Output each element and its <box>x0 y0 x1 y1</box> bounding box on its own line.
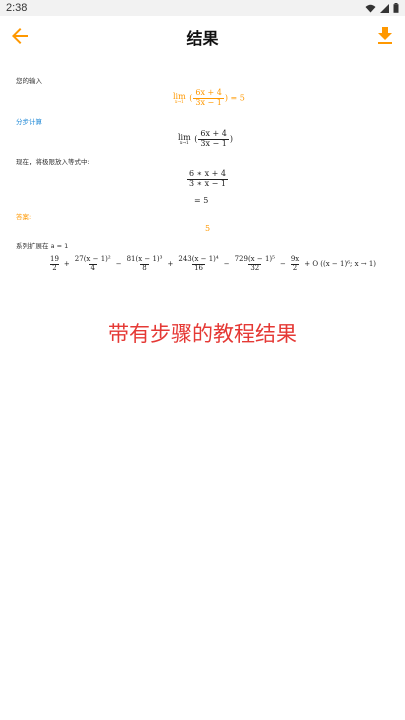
series-operator: − <box>223 260 230 269</box>
input-label: 您的输入 <box>16 77 42 85</box>
page-title: 结果 <box>186 29 219 48</box>
series-term: 729(x − 1)⁵ 32 <box>234 255 275 272</box>
input-fraction: 6x + 4 3x − 1 <box>193 88 224 107</box>
input-expression: lim x→1 (6x + 4 3x − 1) = 5 <box>173 88 245 107</box>
system-icons <box>365 2 399 14</box>
limit-symbol: lim x→1 <box>178 132 191 146</box>
series-term: 243(x − 1)⁴ 16 <box>178 255 219 272</box>
series-term: 27(x − 1)² 4 <box>74 255 111 272</box>
series-expansion: 19 2 +27(x − 1)² 4−81(x − 1)³ 8 +243(x − 1)⁴ 1… <box>47 255 378 272</box>
substituted-result: = 5 <box>194 196 209 205</box>
series-operator: + <box>63 260 70 269</box>
series-operator: + O ((x − 1)⁶; x → 1) <box>304 260 377 269</box>
series-operator: − <box>279 260 286 269</box>
step-fraction: 6x + 4 3x − 1 <box>198 129 229 148</box>
series-term: 9x 2 <box>290 255 300 272</box>
series-label: 系列扩展在 a = 1 <box>16 242 69 250</box>
answer-value: 5 <box>205 224 211 233</box>
limit-symbol: lim x→1 <box>173 91 186 105</box>
answer-label: 答案: <box>16 213 32 221</box>
substituted-fraction: 6 ∗ x + 43 ∗ x − 1 <box>187 169 229 188</box>
status-time: 2:38 <box>6 2 28 14</box>
download-icon[interactable] <box>373 24 397 48</box>
status-bar: 2:38 <box>0 0 405 16</box>
promo-headline: 带有步骤的教程结果 <box>108 322 297 346</box>
signal-icon <box>380 3 389 13</box>
steps-label: 分步计算 <box>16 118 42 126</box>
step-expression: lim x→1 (6x + 4 3x − 1) <box>178 129 233 148</box>
wifi-icon <box>365 4 376 12</box>
battery-icon <box>393 3 399 13</box>
substitute-label: 现在，将极限放入等式中: <box>16 158 90 166</box>
app-bar: 结果 <box>0 16 405 56</box>
series-operator: − <box>115 260 122 269</box>
series-term: 19 2 <box>50 255 59 272</box>
series-operator: + <box>167 260 174 269</box>
series-term: 81(x − 1)³ 8 <box>126 255 163 272</box>
